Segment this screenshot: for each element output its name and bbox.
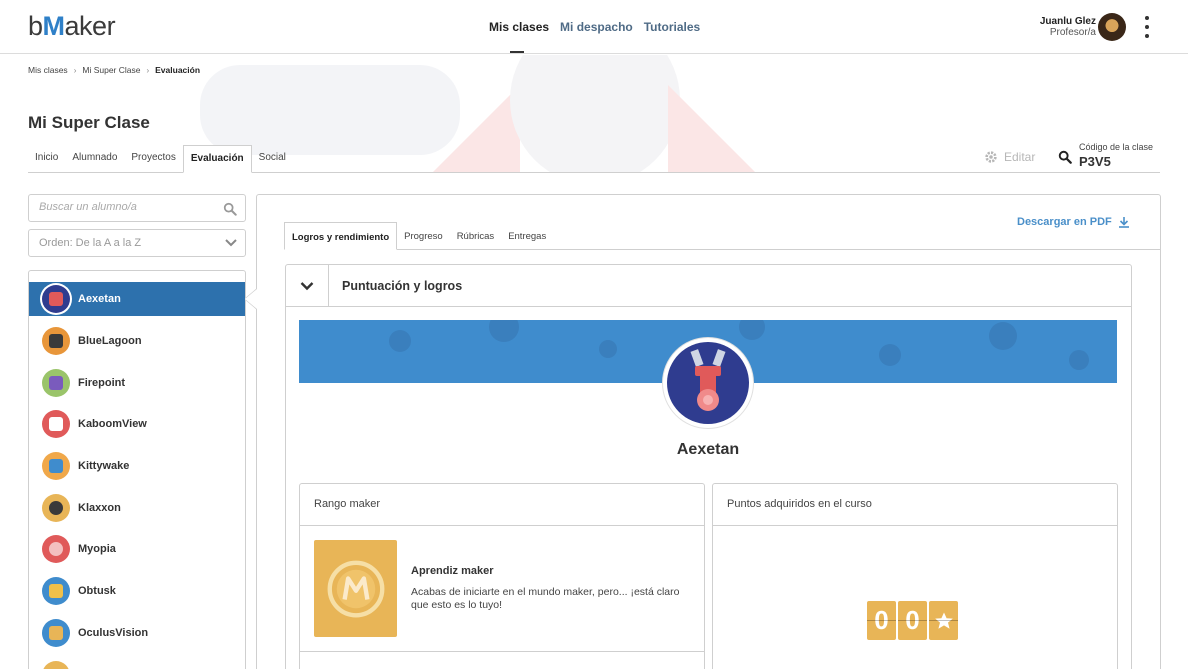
points-card-title: Puntos adquiridos en el curso [713, 484, 1117, 526]
accordion-header[interactable]: Puntuación y logros [285, 264, 1132, 307]
student-search [28, 194, 246, 222]
breadcrumb-current: Evaluación [155, 65, 201, 75]
student-avatar [42, 535, 70, 563]
list-item-student[interactable]: OculusVision [29, 616, 245, 650]
student-profile-name: Aexetan [676, 441, 740, 458]
points-digit: 0 [898, 601, 927, 640]
tab-social[interactable]: Social [252, 145, 293, 173]
list-item-student[interactable]: Kittywake [29, 449, 245, 483]
breadcrumb-separator-icon: › [73, 65, 77, 75]
gear-icon [985, 151, 997, 163]
list-item-student[interactable] [29, 658, 245, 669]
rank-badge-icon [314, 540, 397, 637]
nav-mis-clases[interactable]: Mis clases [489, 20, 549, 34]
student-name: OculusVision [78, 627, 149, 639]
list-item-student[interactable]: Aexetan [29, 282, 245, 316]
student-avatar [42, 494, 70, 522]
student-name: Myopia [78, 543, 116, 555]
student-avatar [42, 410, 70, 438]
tab-evaluacion[interactable]: Evaluación [182, 145, 252, 173]
tab-inicio[interactable]: Inicio [28, 145, 65, 173]
student-avatar [42, 369, 70, 397]
tab-alumnado[interactable]: Alumnado [65, 145, 124, 173]
bmaker-logo[interactable]: bMaker [28, 11, 116, 42]
order-select[interactable]: Orden: De la A a la Z [28, 229, 246, 257]
student-avatar [42, 661, 70, 669]
student-list: Aexetan BlueLagoon Firepoint KaboomView … [28, 270, 246, 669]
tab-logros-rendimiento[interactable]: Logros y rendimiento [284, 222, 398, 250]
search-icon[interactable] [223, 202, 237, 216]
tab-rubricas[interactable]: Rúbricas [450, 222, 502, 250]
breadcrumb-class[interactable]: Mi Super Clase [82, 65, 140, 75]
breadcrumb: Mis clases › Mi Super Clase › Evaluación [28, 65, 200, 75]
user-name: Juanlu Glez [1039, 16, 1096, 27]
student-search-input[interactable] [39, 201, 219, 213]
edit-label: Editar [1004, 150, 1036, 164]
user-info[interactable]: Juanlu Glez Profesor/a [1040, 16, 1096, 38]
accordion-toggle[interactable] [286, 265, 329, 306]
student-name: Obtusk [78, 585, 116, 597]
student-avatar [42, 452, 70, 480]
list-item-student[interactable]: BlueLagoon [29, 324, 245, 358]
nav-mi-despacho[interactable]: Mi despacho [560, 20, 633, 34]
selection-pointer [245, 289, 257, 309]
points-counter: 0 0 [867, 601, 958, 640]
student-name: Firepoint [78, 377, 126, 389]
student-avatar [42, 577, 70, 605]
search-icon[interactable] [1057, 150, 1073, 164]
class-code-label: Código de la clase [1079, 142, 1154, 152]
star-icon [929, 601, 958, 640]
rank-card-title: Rango maker [300, 484, 704, 526]
student-name: KaboomView [78, 418, 147, 430]
more-menu-icon[interactable] [1140, 16, 1154, 38]
rank-name: Aprendiz maker [411, 565, 494, 577]
edit-button[interactable]: Editar [984, 150, 1035, 164]
order-select-value: Orden: De la A a la Z [39, 237, 142, 249]
student-name: Kittywake [78, 460, 130, 472]
list-item-student[interactable]: Myopia [29, 532, 245, 566]
page-title: Mi Super Clase [28, 113, 150, 132]
student-avatar [42, 327, 70, 355]
breadcrumb-mis-clases[interactable]: Mis clases [28, 65, 68, 75]
section-title: Puntuación y logros [342, 279, 463, 293]
active-nav-indicator [510, 51, 524, 53]
student-profile-avatar [663, 338, 753, 428]
tab-progreso[interactable]: Progreso [397, 222, 450, 250]
class-code-value: P3V5 [1079, 154, 1111, 169]
list-item-student[interactable]: Obtusk [29, 574, 245, 608]
breadcrumb-separator-icon: › [146, 65, 150, 75]
main-nav: Mis clases Mi despacho Tutoriales [489, 20, 700, 34]
list-item-student[interactable]: Firepoint [29, 366, 245, 400]
top-bar: bMaker Mis clases Mi despacho Tutoriales… [0, 0, 1188, 54]
chevron-down-icon [300, 281, 314, 290]
student-avatar [42, 619, 70, 647]
tab-entregas[interactable]: Entregas [501, 222, 553, 250]
list-item-student[interactable]: Klaxxon [29, 491, 245, 525]
student-avatar [42, 285, 70, 313]
user-avatar[interactable] [1098, 13, 1126, 41]
robot-claw-icon [690, 349, 726, 411]
student-name: Aexetan [78, 293, 121, 305]
tab-proyectos[interactable]: Proyectos [124, 145, 182, 173]
rank-card: Rango maker Aprendiz maker Acabas de ini… [299, 483, 705, 669]
divider [300, 651, 704, 652]
evaluation-tabs: Logros y rendimiento Progreso Rúbricas E… [284, 222, 1160, 250]
rank-description: Acabas de iniciarte en el mundo maker, p… [411, 586, 680, 611]
points-digit: 0 [867, 601, 896, 640]
student-name: BlueLagoon [78, 335, 142, 347]
points-card: Puntos adquiridos en el curso 0 0 [712, 483, 1118, 669]
chevron-down-icon [225, 239, 237, 247]
student-name: Klaxxon [78, 502, 121, 514]
nav-tutoriales[interactable]: Tutoriales [644, 20, 700, 34]
list-item-student[interactable]: KaboomView [29, 407, 245, 441]
user-role: Profesor/a [1049, 27, 1096, 38]
